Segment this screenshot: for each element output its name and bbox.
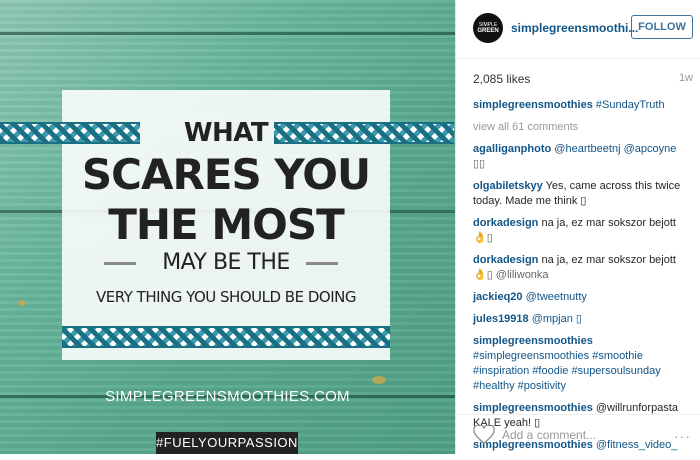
- post-age[interactable]: 1w: [679, 72, 693, 84]
- avatar-text-mid: GREEN: [477, 28, 499, 34]
- divider-right: [306, 262, 338, 265]
- quote-card: WHAT SCARES YOU THE MOST MAY BE THE VERY…: [0, 90, 454, 360]
- follow-button[interactable]: FOLLOW: [631, 15, 693, 39]
- comment-emoji: 👌▯: [473, 232, 493, 244]
- avatar[interactable]: SIMPLE GREEN: [473, 13, 503, 43]
- comment-text: na ja, ez mar sokszor bejott: [541, 254, 676, 266]
- comment-text: @heartbeetnj @apcoyne: [554, 143, 677, 155]
- comment-list: simplegreensmoothies #SundayTruth view a…: [473, 98, 693, 460]
- pattern-band-bottom: [62, 326, 390, 348]
- post-header: SIMPLE GREEN simplegreensmoothi... FOLLO…: [456, 0, 700, 59]
- add-comment-bar: Add a comment... ···: [456, 414, 700, 455]
- comment-user[interactable]: dorkadesign: [473, 254, 538, 266]
- heart-icon[interactable]: [473, 425, 495, 445]
- caption-user[interactable]: simplegreensmoothies: [473, 99, 593, 111]
- more-options-icon[interactable]: ···: [674, 428, 691, 444]
- comment-user[interactable]: simplegreensmoothies: [473, 402, 593, 414]
- post-sidebar: SIMPLE GREEN simplegreensmoothi... FOLLO…: [455, 0, 700, 454]
- quote-line-4: MAY BE THE: [162, 250, 290, 275]
- comment-user[interactable]: jackieq20: [473, 291, 523, 303]
- quote-line-1: WHAT: [183, 118, 269, 148]
- comment: simplegreensmoothies #simplegreensmoothi…: [473, 334, 693, 394]
- plank-line: [0, 32, 455, 35]
- post-image: WHAT SCARES YOU THE MOST MAY BE THE VERY…: [0, 0, 455, 454]
- comment-text: #simplegreensmoothies #smoothie #inspira…: [473, 350, 661, 392]
- comment-user[interactable]: simplegreensmoothies: [473, 335, 593, 347]
- comment: jules19918 @mpjan ▯: [473, 312, 693, 327]
- caption: simplegreensmoothies #SundayTruth: [473, 98, 693, 113]
- comment-emoji: ▯▯: [473, 158, 486, 170]
- comment-text: na ja, ez mar sokszor bejott: [541, 217, 676, 229]
- username-link[interactable]: simplegreensmoothi...: [511, 21, 638, 35]
- comment-user[interactable]: olgabiletskyy: [473, 180, 543, 192]
- view-all-comments-link[interactable]: view all 61 comments: [473, 120, 693, 135]
- paint-spot: [372, 376, 386, 384]
- comment-input[interactable]: Add a comment...: [502, 428, 596, 442]
- comment: olgabiletskyy Yes, came across this twic…: [473, 179, 693, 209]
- comment-emoji: 👌▯ @liliwonka: [473, 269, 549, 281]
- likes-count[interactable]: 2,085 likes: [473, 72, 530, 86]
- comment-user[interactable]: agalliganphoto: [473, 143, 551, 155]
- comment-user[interactable]: dorkadesign: [473, 217, 538, 229]
- comment: jackieq20 @tweetnutty: [473, 290, 693, 305]
- caption-text[interactable]: #SundayTruth: [596, 99, 665, 111]
- quote-line-5: VERY THING YOU SHOULD BE DOING: [96, 288, 356, 306]
- comment: agalliganphoto @heartbeetnj @apcoyne ▯▯: [473, 142, 693, 172]
- site-url: SIMPLEGREENSMOOTHIES.COM: [105, 388, 350, 405]
- hashtag-banner: #FUELYOURPASSION: [156, 432, 298, 454]
- comment-text: @mpjan ▯: [531, 313, 582, 325]
- comment-user[interactable]: jules19918: [473, 313, 529, 325]
- comment: dorkadesign na ja, ez mar sokszor bejott…: [473, 216, 693, 246]
- paint-spot: [18, 300, 26, 306]
- quote-line-3: THE MOST: [108, 200, 345, 249]
- comment: dorkadesign na ja, ez mar sokszor bejott…: [473, 253, 693, 283]
- comment-text: @tweetnutty: [525, 291, 587, 303]
- likes-row: 2,085 likes 1w: [473, 72, 693, 86]
- quote-line-2: SCARES YOU: [81, 150, 371, 199]
